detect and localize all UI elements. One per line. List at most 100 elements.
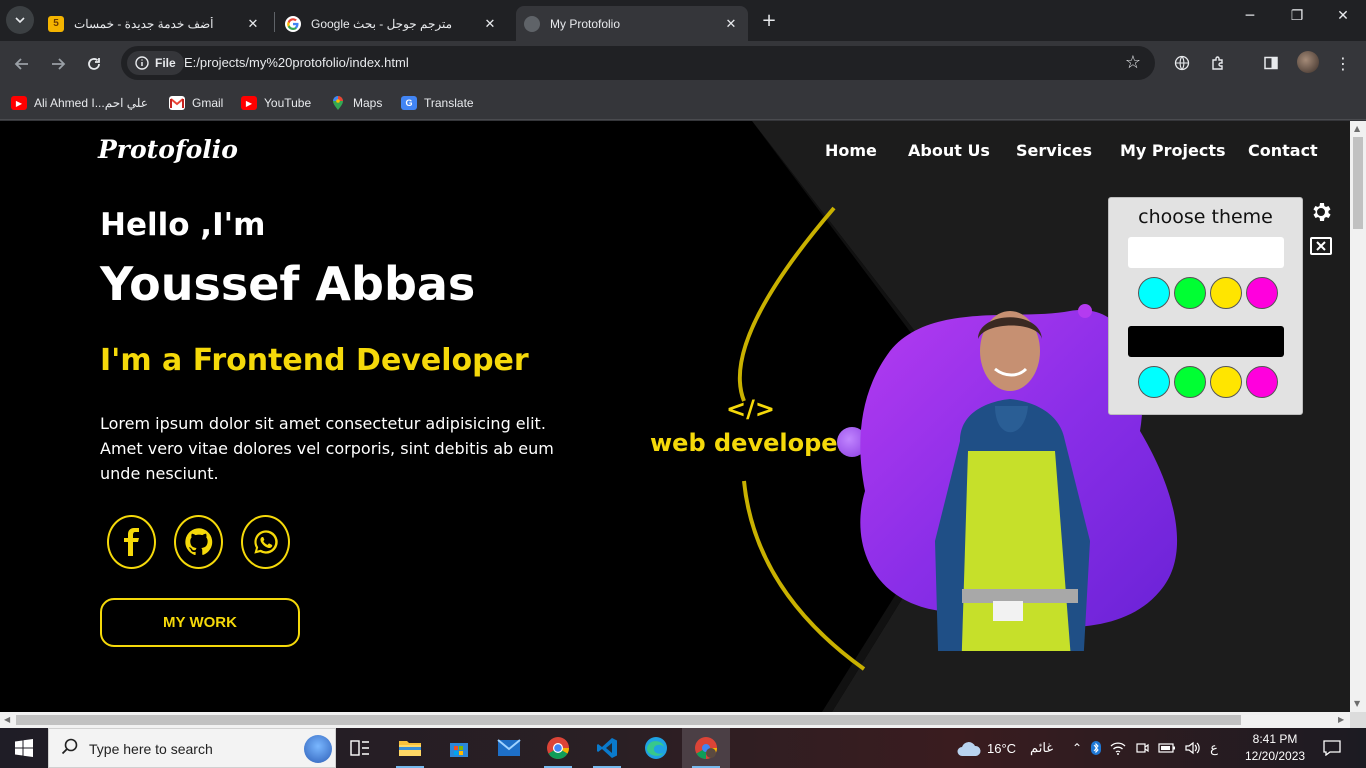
dark-swatch-yellow[interactable] bbox=[1210, 366, 1242, 398]
scroll-up-icon[interactable]: ▲ bbox=[1354, 124, 1360, 133]
whatsapp-link[interactable] bbox=[241, 515, 290, 569]
chevron-down-icon bbox=[15, 17, 25, 24]
light-mode-button[interactable] bbox=[1128, 237, 1284, 268]
tab-search-button[interactable] bbox=[6, 6, 34, 34]
tab-khamsat[interactable]: 5 أضف خدمة جديدة - خمسات ✕ bbox=[40, 6, 270, 41]
light-swatch-yellow[interactable] bbox=[1210, 277, 1242, 309]
nav-my-projects[interactable]: My Projects bbox=[1120, 141, 1226, 160]
scroll-left-icon[interactable]: ◀ bbox=[4, 715, 10, 724]
dark-mode-button[interactable] bbox=[1128, 326, 1284, 357]
tab-strip: 5 أضف خدمة جديدة - خمسات ✕ مترجم جوجل - … bbox=[0, 0, 1366, 41]
tab-title: My Protofolio bbox=[550, 16, 621, 31]
address-bar[interactable]: File E:/projects/my%20protofolio/index.h… bbox=[121, 46, 1155, 80]
close-panel-icon[interactable] bbox=[1309, 235, 1333, 257]
khamsat-favicon-icon: 5 bbox=[48, 15, 64, 32]
tab-my-protofolio[interactable]: My Protofolio ✕ bbox=[516, 6, 748, 41]
reload-button[interactable] bbox=[82, 52, 106, 76]
dark-swatch-magenta[interactable] bbox=[1246, 366, 1278, 398]
vscode-icon bbox=[597, 738, 617, 758]
dark-swatch-green[interactable] bbox=[1174, 366, 1206, 398]
facebook-link[interactable] bbox=[107, 515, 156, 569]
bookmark-ali-ahmed[interactable]: ▶ Ali Ahmed I...علي احم bbox=[11, 93, 148, 113]
scroll-down-icon[interactable]: ▼ bbox=[1354, 699, 1360, 708]
bluetooth-icon[interactable] bbox=[1091, 741, 1102, 755]
my-work-button[interactable]: MY WORK bbox=[100, 598, 300, 647]
new-tab-button[interactable]: + bbox=[758, 9, 780, 31]
back-arrow-icon bbox=[14, 58, 28, 70]
dark-swatch-cyan[interactable] bbox=[1138, 366, 1170, 398]
light-swatch-magenta[interactable] bbox=[1246, 277, 1278, 309]
cloud-icon bbox=[957, 742, 981, 756]
meet-now-icon[interactable] bbox=[1135, 741, 1149, 755]
restore-button[interactable]: ❐ bbox=[1285, 8, 1309, 24]
system-clock[interactable]: 8:41 PM 12/20/2023 bbox=[1245, 731, 1305, 765]
nav-about-us[interactable]: About Us bbox=[908, 141, 990, 160]
back-button[interactable] bbox=[10, 52, 34, 76]
chrome-menu-icon[interactable]: ⋮ bbox=[1332, 52, 1354, 74]
side-panel-icon[interactable] bbox=[1260, 52, 1282, 74]
bookmark-youtube[interactable]: ▶ YouTube bbox=[241, 93, 311, 113]
scrollbar-corner bbox=[1350, 712, 1366, 728]
github-link[interactable] bbox=[174, 515, 223, 569]
youtube-icon: ▶ bbox=[11, 96, 27, 110]
light-swatch-green[interactable] bbox=[1174, 277, 1206, 309]
bookmarks-bar: ▶ Ali Ahmed I...علي احم Gmail ▶ YouTube … bbox=[0, 86, 1366, 120]
volume-icon[interactable] bbox=[1185, 741, 1201, 755]
github-icon bbox=[184, 528, 212, 556]
forward-arrow-icon bbox=[52, 58, 66, 70]
scroll-right-icon[interactable]: ▶ bbox=[1338, 715, 1344, 724]
input-language[interactable]: ع bbox=[1210, 740, 1218, 756]
bookmark-gmail[interactable]: Gmail bbox=[169, 93, 223, 113]
nav-home[interactable]: Home bbox=[825, 141, 877, 160]
site-logo[interactable]: Protofolio bbox=[98, 135, 238, 164]
site-info-button[interactable]: File bbox=[127, 51, 184, 75]
hero-greeting: Hello ,I'm bbox=[100, 207, 266, 243]
start-button[interactable] bbox=[0, 728, 48, 768]
chrome-icon bbox=[547, 737, 569, 759]
bookmark-star-icon[interactable]: ☆ bbox=[1125, 52, 1141, 73]
bookmark-translate[interactable]: G Translate bbox=[401, 93, 474, 113]
tab-google-translate[interactable]: مترجم جوجل - بحث Google ✕ bbox=[277, 6, 507, 41]
horizontal-scrollbar[interactable]: ◀ ▶ bbox=[0, 712, 1350, 728]
edge-button[interactable] bbox=[632, 728, 680, 768]
extensions-icon[interactable] bbox=[1207, 52, 1229, 74]
profile-avatar[interactable] bbox=[1297, 51, 1319, 73]
vscode-button[interactable] bbox=[583, 728, 631, 768]
file-explorer-button[interactable] bbox=[386, 728, 434, 768]
mail-button[interactable] bbox=[485, 728, 533, 768]
show-hidden-icons-icon[interactable]: ⌃ bbox=[1072, 741, 1082, 755]
taskbar-search[interactable]: Type here to search bbox=[48, 728, 336, 768]
clock-time: 8:41 PM bbox=[1252, 732, 1298, 746]
microsoft-store-button[interactable] bbox=[435, 728, 483, 768]
gear-icon[interactable] bbox=[1309, 200, 1333, 224]
forward-button[interactable] bbox=[46, 52, 70, 76]
wifi-icon[interactable] bbox=[1110, 741, 1126, 755]
chrome-button[interactable] bbox=[534, 728, 582, 768]
weather-widget[interactable]: 16°C غائم bbox=[955, 728, 1053, 768]
url-text[interactable]: E:/projects/my%20protofolio/index.html bbox=[184, 55, 409, 70]
nav-contact[interactable]: Contact bbox=[1248, 141, 1318, 160]
minimize-button[interactable]: ─ bbox=[1238, 8, 1262, 24]
bookmark-maps[interactable]: Maps bbox=[330, 93, 382, 113]
task-view-button[interactable] bbox=[336, 728, 384, 768]
close-window-button[interactable]: ✕ bbox=[1331, 8, 1355, 24]
horizontal-scroll-thumb[interactable] bbox=[16, 715, 1241, 725]
vertical-scrollbar[interactable]: ▲ ▼ bbox=[1350, 121, 1366, 712]
nav-services[interactable]: Services bbox=[1016, 141, 1092, 160]
edge-icon bbox=[645, 737, 667, 759]
chrome-profile-button[interactable] bbox=[682, 728, 730, 768]
close-tab-icon[interactable]: ✕ bbox=[481, 16, 499, 32]
notifications-button[interactable] bbox=[1323, 728, 1341, 768]
battery-icon[interactable] bbox=[1158, 742, 1176, 754]
tab-divider bbox=[274, 12, 275, 32]
light-swatch-cyan[interactable] bbox=[1138, 277, 1170, 309]
bookmark-label: Gmail bbox=[192, 96, 224, 110]
task-view-icon bbox=[350, 740, 369, 756]
hero-name: Youssef Abbas bbox=[100, 257, 476, 311]
translate-page-icon[interactable] bbox=[1171, 52, 1193, 74]
close-tab-icon[interactable]: ✕ bbox=[244, 16, 262, 32]
reload-icon bbox=[88, 58, 100, 70]
tab-title: أضف خدمة جديدة - خمسات bbox=[74, 16, 214, 31]
close-tab-icon[interactable]: ✕ bbox=[722, 16, 740, 32]
vertical-scroll-thumb[interactable] bbox=[1353, 137, 1363, 229]
